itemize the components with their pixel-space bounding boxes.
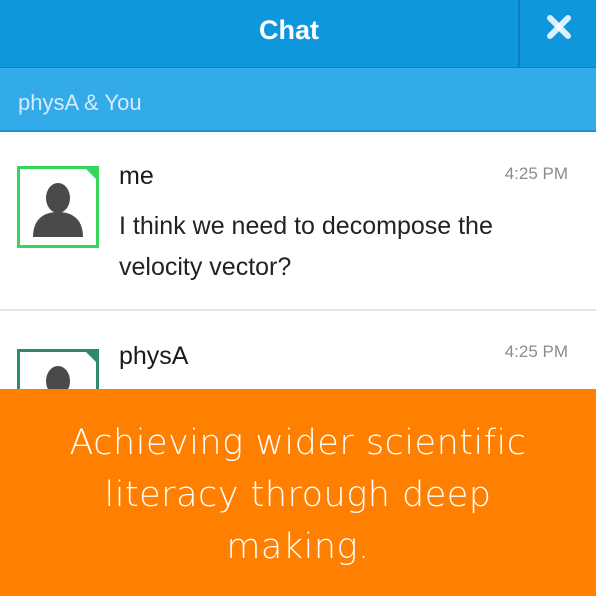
message-sender: physA [119,342,189,370]
message-text: I think we need to decompose the velocit… [119,212,493,281]
avatar [17,166,99,248]
tagline-text: Achieving wider scientific literacy thro… [69,423,527,567]
chat-message: me 4:25 PM I think we need to decompose … [0,132,596,311]
user-avatar-icon [33,183,83,237]
message-sender: me [119,162,154,190]
tagline-banner: Achieving wider scientific literacy thro… [0,389,596,596]
conversation-bar: physA & You [0,68,596,132]
chat-header: Chat [0,0,596,68]
avatar-status-corner [86,169,96,179]
message-timestamp: 4:25 PM [504,342,568,361]
close-button[interactable] [520,0,596,67]
conversation-participants: physA & You [18,90,142,115]
chat-title: Chat [259,15,319,45]
message-timestamp: 4:25 PM [504,164,568,183]
avatar-status-corner [86,352,96,362]
close-icon [547,15,571,39]
